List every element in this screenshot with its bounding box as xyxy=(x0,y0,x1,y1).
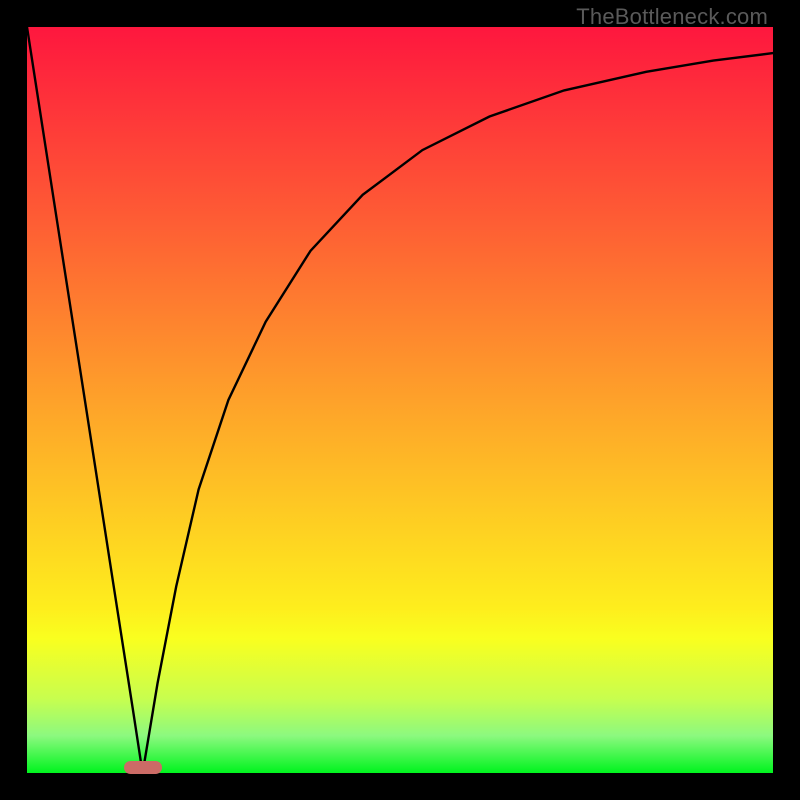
curve-layer xyxy=(27,27,773,773)
right-branch-curve xyxy=(143,53,773,773)
left-branch-line xyxy=(27,27,143,773)
watermark-text: TheBottleneck.com xyxy=(576,4,768,30)
bottleneck-marker xyxy=(124,761,162,774)
chart-frame: TheBottleneck.com xyxy=(0,0,800,800)
